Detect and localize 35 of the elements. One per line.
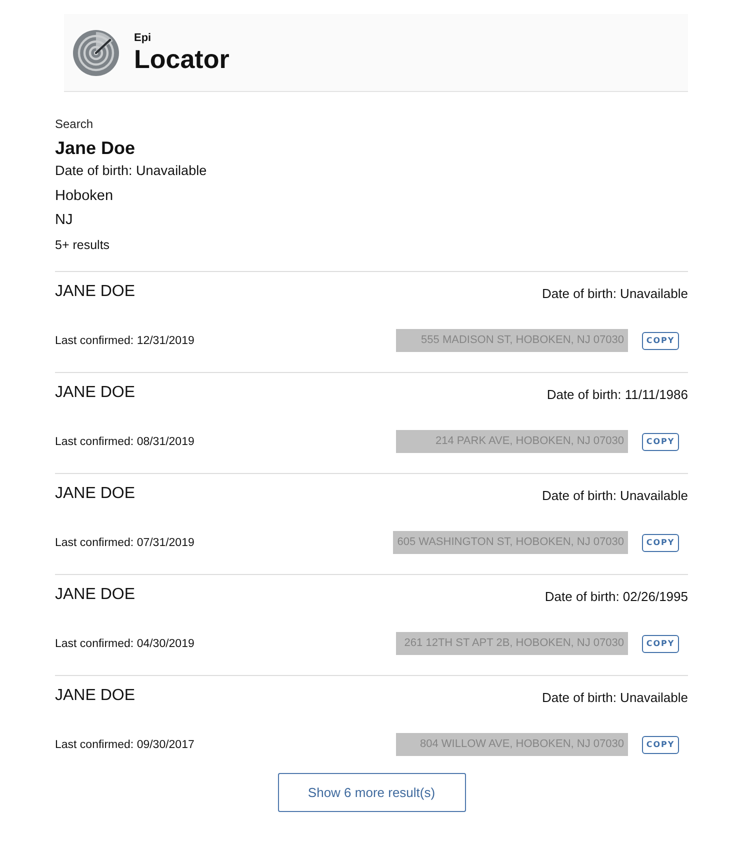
result-name: JANE DOE (55, 484, 136, 504)
radar-icon (73, 30, 119, 76)
address-text: 605 WASHINGTON ST, HOBOKEN, NJ 07030 (393, 531, 628, 554)
address-text: 261 12TH ST APT 2B, HOBOKEN, NJ 07030 (396, 632, 628, 655)
result-date-of-birth: Date of birth: 11/11/1986 (546, 386, 688, 404)
result-count: 5+ results (55, 236, 111, 254)
last-confirmed: Last confirmed: 08/31/2019 (55, 434, 194, 450)
result-name: JANE DOE (55, 686, 136, 706)
result-name: JANE DOE (55, 282, 136, 302)
search-city: Hoboken (55, 186, 114, 206)
last-confirmed: Last confirmed: 07/31/2019 (55, 536, 194, 550)
last-confirmed: Last confirmed: 04/30/2019 (55, 636, 194, 652)
address-text: 804 WILLOW AVE, HOBOKEN, NJ 07030 (396, 733, 628, 756)
show-more-button[interactable]: Show 6 more result(s) (278, 773, 466, 812)
result-name: JANE DOE (55, 585, 136, 605)
address-text: 555 MADISON ST, HOBOKEN, NJ 07030 (396, 329, 628, 352)
result-name: JANE DOE (55, 383, 136, 403)
result-date-of-birth: Date of birth: Unavailable (542, 689, 688, 707)
copy-button[interactable]: COPY (642, 432, 679, 450)
copy-button[interactable]: COPY (642, 736, 679, 754)
search-label: Search (55, 117, 94, 132)
search-state: NJ (55, 211, 74, 230)
last-confirmed: Last confirmed: 09/30/2017 (55, 738, 194, 752)
last-confirmed: Last confirmed: 12/31/2019 (55, 334, 194, 348)
copy-button[interactable]: COPY (642, 534, 679, 552)
result-date-of-birth: Date of birth: Unavailable (542, 285, 688, 303)
copy-button[interactable]: COPY (642, 332, 679, 350)
brand-subtitle: Epi (134, 32, 152, 45)
brand-title: Locator (134, 45, 230, 73)
search-name: Jane Doe (55, 137, 136, 159)
copy-button[interactable]: COPY (642, 634, 679, 652)
result-date-of-birth: Date of birth: Unavailable (542, 487, 688, 505)
result-date-of-birth: Date of birth: 02/26/1995 (544, 588, 688, 606)
address-text: 214 PARK AVE, HOBOKEN, NJ 07030 (396, 430, 628, 453)
search-date-of-birth: Date of birth: Unavailable (55, 162, 208, 180)
